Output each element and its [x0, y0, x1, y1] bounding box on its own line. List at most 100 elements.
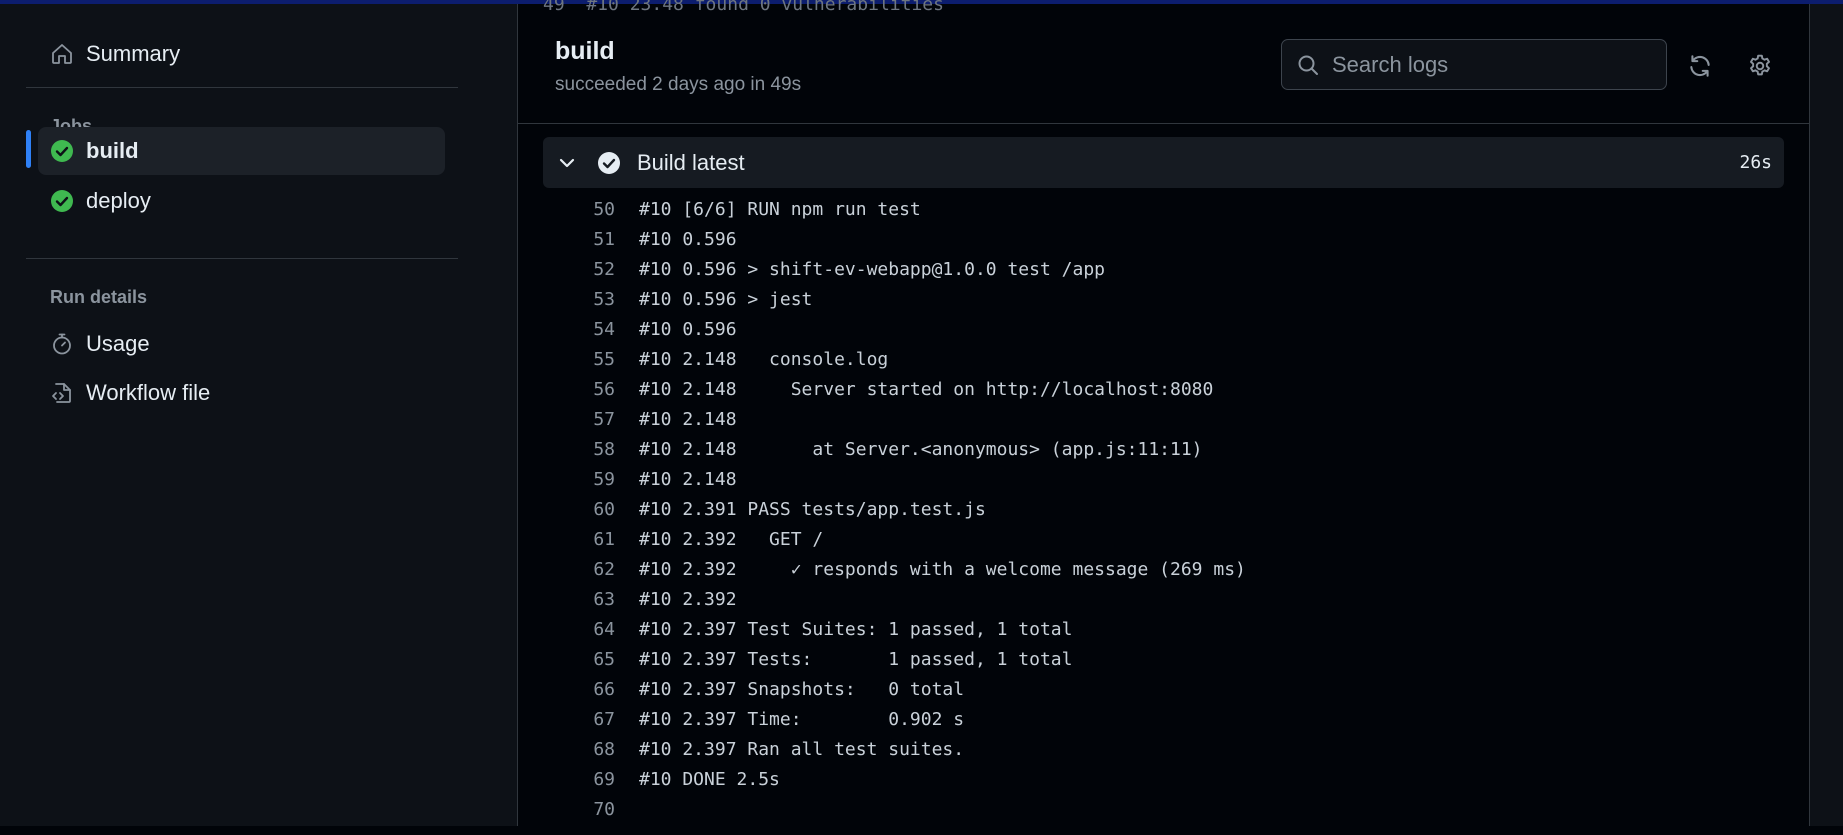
job-label: deploy	[86, 188, 151, 213]
log-line-text: #10 2.148 Server started on http://local…	[639, 379, 1214, 400]
log-line-text: #10 [6/6] RUN npm run test	[639, 199, 921, 220]
log-line-text: #10 2.392 GET /	[639, 529, 824, 550]
log-line-text: #10 2.392	[639, 589, 737, 610]
log-line[interactable]: 58 #10 2.148 at Server.<anonymous> (app.j…	[543, 435, 1784, 465]
log-line-text: #10 2.397 Tests: 1 passed, 1 total	[639, 649, 1073, 670]
log-line-text: #10 2.148 console.log	[639, 349, 889, 370]
log-line-text: #10 2.392 ✓ responds with a welcome mess…	[639, 559, 1246, 580]
job-label: build	[86, 138, 139, 163]
log-line-number[interactable]: 54	[543, 315, 615, 345]
home-icon	[50, 42, 74, 66]
log-line[interactable]: 70	[543, 795, 1784, 825]
log-line-number[interactable]: 52	[543, 255, 615, 285]
log-line-text: #10 2.397 Snapshots: 0 total	[639, 679, 965, 700]
refresh-button[interactable]	[1686, 52, 1714, 80]
log-line[interactable]: 54 #10 0.596	[543, 315, 1784, 345]
log-line-number[interactable]: 58	[543, 435, 615, 465]
job-status-text: succeeded 2 days ago in 49s	[555, 74, 802, 95]
log-line-number[interactable]: 70	[543, 795, 615, 825]
log-line[interactable]: 53 #10 0.596 > jest	[543, 285, 1784, 315]
log-line-number[interactable]: 59	[543, 465, 615, 495]
log-line-text: #10 0.596 > shift-ev-webapp@1.0.0 test /…	[639, 259, 1105, 280]
sidebar-job-deploy[interactable]: deploy	[38, 177, 445, 225]
log-line[interactable]: 61 #10 2.392 GET /	[543, 525, 1784, 555]
log-line-number[interactable]: 68	[543, 735, 615, 765]
log-line[interactable]: 51 #10 0.596	[543, 225, 1784, 255]
log-line-text: #10 DONE 2.5s	[639, 769, 780, 790]
log-output: 50 #10 [6/6] RUN npm run test 51 #10 0.596 5…	[543, 195, 1784, 835]
step-name: Build latest	[637, 149, 745, 175]
log-line[interactable]: 55 #10 2.148 console.log	[543, 345, 1784, 375]
log-line-number[interactable]: 66	[543, 675, 615, 705]
log-line[interactable]: 68 #10 2.397 Ran all test suites.	[543, 735, 1784, 765]
log-line-text: #10 2.397 Test Suites: 1 passed, 1 total	[639, 619, 1073, 640]
success-check-icon	[51, 140, 73, 162]
log-line[interactable]: 57 #10 2.148	[543, 405, 1784, 435]
search-logs-input[interactable]	[1330, 50, 1650, 79]
log-line-number[interactable]: 50	[543, 195, 615, 225]
search-icon	[1298, 55, 1318, 75]
log-line-number[interactable]: 51	[543, 225, 615, 255]
log-line-text: #10 2.148	[639, 469, 737, 490]
stopwatch-icon	[50, 332, 74, 356]
log-line-text: #10 0.596	[639, 319, 737, 340]
log-line[interactable]: 69 #10 DONE 2.5s	[543, 765, 1784, 795]
log-line-number[interactable]: 64	[543, 615, 615, 645]
log-line-number[interactable]: 63	[543, 585, 615, 615]
step-build-latest[interactable]: Build latest 26s	[543, 137, 1784, 188]
job-title: build	[555, 37, 615, 65]
log-line-text: #10 2.148	[639, 409, 737, 430]
log-line-partial: 49 #10 23.48 found 0 vulnerabilities	[543, 0, 944, 15]
sidebar-item-label: Summary	[86, 41, 181, 66]
scrollbar-track[interactable]	[1809, 4, 1843, 826]
file-code-icon	[50, 381, 74, 405]
run-details-heading: Run details	[50, 287, 148, 307]
log-line[interactable]: 60 #10 2.391 PASS tests/app.test.js	[543, 495, 1784, 525]
log-line[interactable]: 59 #10 2.148	[543, 465, 1784, 495]
log-line-text: #10 0.596	[639, 229, 737, 250]
log-line-number[interactable]: 56	[543, 375, 615, 405]
log-line[interactable]: 56 #10 2.148 Server started on http://loc…	[543, 375, 1784, 405]
log-line-number[interactable]: 62	[543, 555, 615, 585]
log-line-number[interactable]: 67	[543, 705, 615, 735]
log-line-number[interactable]: 53	[543, 285, 615, 315]
chevron-down-icon	[559, 158, 575, 167]
sidebar-job-build[interactable]: build	[38, 127, 445, 175]
log-line-number[interactable]: 57	[543, 405, 615, 435]
sync-icon	[1690, 55, 1710, 77]
log-line[interactable]: 52 #10 0.596 > shift-ev-webapp@1.0.0 test…	[543, 255, 1784, 285]
sidebar: Summary Jobs build deploy Run details Us…	[0, 4, 518, 826]
log-line-text: #10 2.391 PASS tests/app.test.js	[639, 499, 986, 520]
sidebar-divider	[26, 258, 458, 259]
log-line-text: #10 0.596 > jest	[639, 289, 813, 310]
step-success-icon	[598, 151, 620, 174]
log-line-text: #10 2.397 Ran all test suites.	[639, 739, 965, 760]
search-logs-field[interactable]	[1281, 39, 1667, 90]
settings-button[interactable]	[1746, 52, 1774, 80]
step-duration: 26s	[1739, 152, 1772, 173]
log-line[interactable]: 67 #10 2.397 Time: 0.902 s	[543, 705, 1784, 735]
header-divider	[518, 123, 1809, 124]
sidebar-item-label: Usage	[86, 331, 150, 356]
active-job-indicator	[26, 130, 31, 168]
log-line-number[interactable]: 69	[543, 765, 615, 795]
sidebar-divider	[26, 87, 458, 88]
log-line[interactable]: 63 #10 2.392	[543, 585, 1784, 615]
log-line[interactable]: 65 #10 2.397 Tests: 1 passed, 1 total	[543, 645, 1784, 675]
log-line[interactable]: 50 #10 [6/6] RUN npm run test	[543, 195, 1784, 225]
log-line-number[interactable]: 61	[543, 525, 615, 555]
sidebar-item-usage[interactable]: Usage	[26, 320, 458, 368]
sidebar-item-label: Workflow file	[86, 380, 211, 405]
log-line-text: #10 2.148 at Server.<anonymous> (app.js:…	[639, 439, 1203, 460]
log-line-number[interactable]: 65	[543, 645, 615, 675]
log-line[interactable]: 64 #10 2.397 Test Suites: 1 passed, 1 tot…	[543, 615, 1784, 645]
sidebar-item-summary[interactable]: Summary	[26, 30, 458, 78]
job-log-panel: 49 #10 23.48 found 0 vulnerabilities bui…	[518, 0, 1809, 826]
log-line-number[interactable]: 60	[543, 495, 615, 525]
log-line[interactable]: 62 #10 2.392 ✓ responds with a welcome me…	[543, 555, 1784, 585]
gear-icon	[1750, 54, 1770, 76]
sidebar-item-workflow-file[interactable]: Workflow file	[26, 369, 458, 417]
success-check-icon	[51, 190, 73, 212]
log-line[interactable]: 66 #10 2.397 Snapshots: 0 total	[543, 675, 1784, 705]
log-line-number[interactable]: 55	[543, 345, 615, 375]
